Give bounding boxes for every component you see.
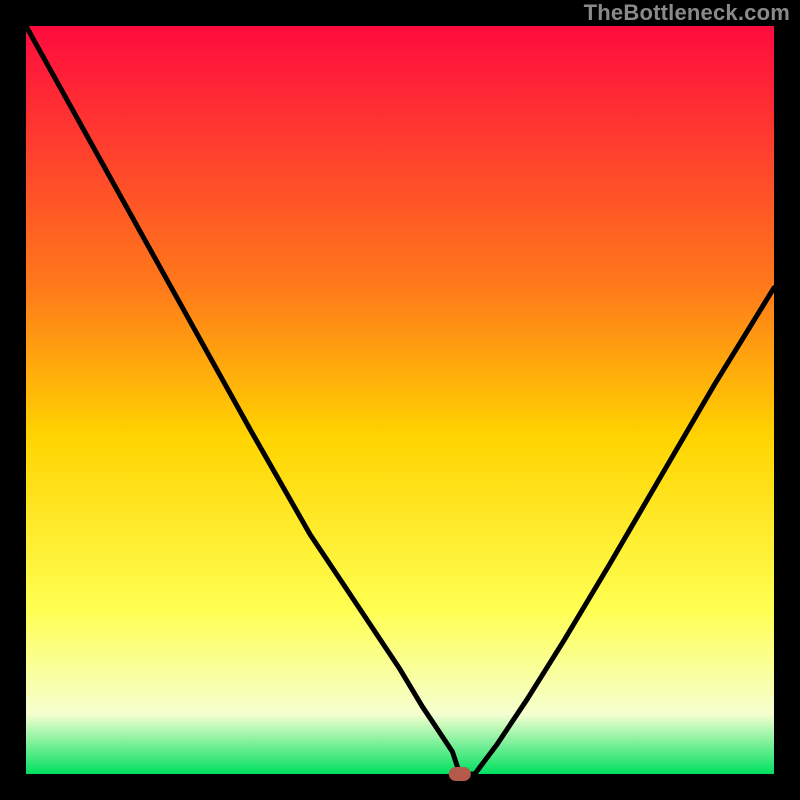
chart-plot-area — [26, 26, 774, 774]
chart-container: TheBottleneck.com — [0, 0, 800, 800]
bottleneck-chart — [0, 0, 800, 800]
chart-marker — [449, 767, 471, 781]
watermark-text: TheBottleneck.com — [584, 0, 790, 26]
